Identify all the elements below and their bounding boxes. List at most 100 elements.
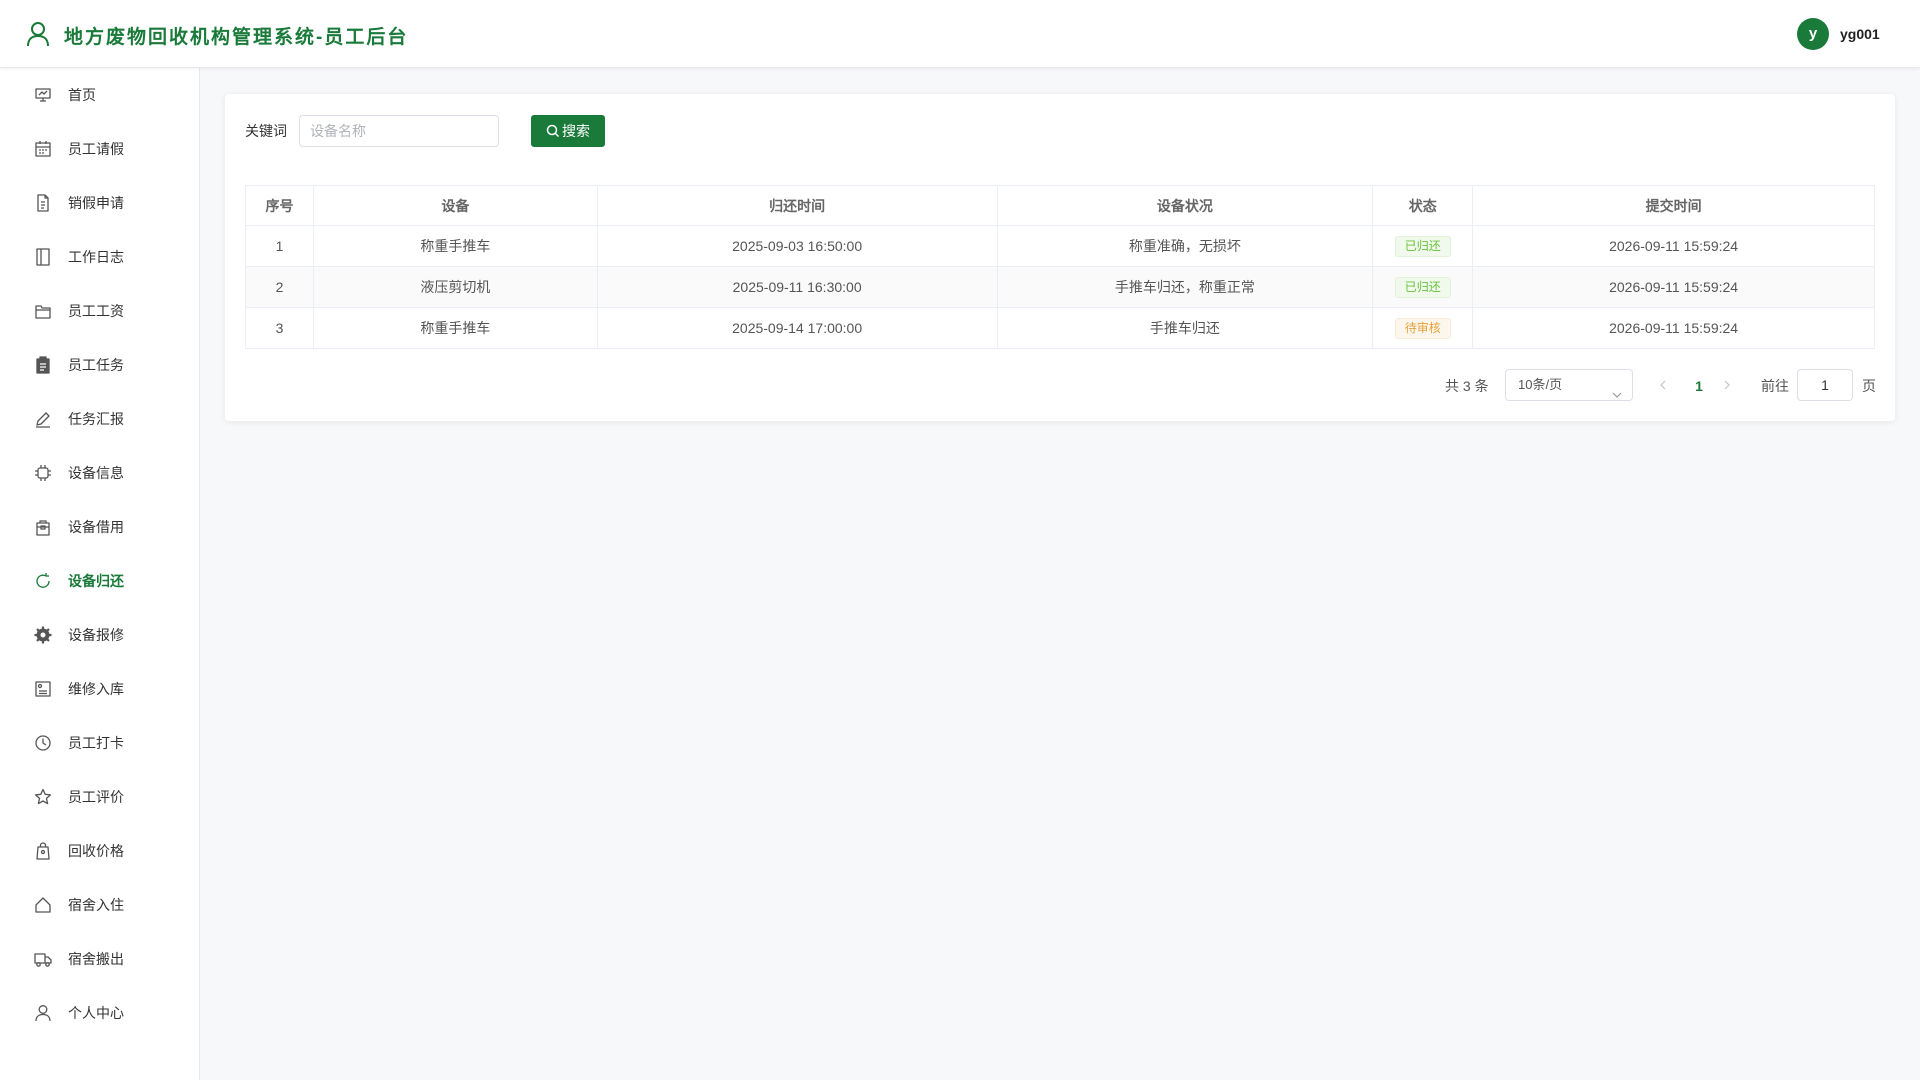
sidebar-item-label: 个人中心 — [68, 1005, 124, 1021]
header-status: 状态 — [1372, 185, 1474, 226]
prev-page-icon[interactable] — [1657, 377, 1669, 393]
sidebar-item-truck[interactable]: 宿舍搬出 — [0, 932, 199, 986]
header-submit-time: 提交时间 — [1472, 185, 1875, 226]
sidebar-item-label: 员工评价 — [68, 789, 124, 805]
clipboard-icon — [34, 356, 52, 374]
header-device: 设备 — [312, 185, 598, 226]
sidebar-item-edit-pen[interactable]: 任务汇报 — [0, 392, 199, 446]
sidebar-item-label: 工作日志 — [68, 249, 124, 265]
cell-return-time: 2025-09-03 16:50:00 — [596, 225, 998, 267]
search-icon — [546, 124, 560, 138]
sidebar-item-label: 回收价格 — [68, 843, 124, 859]
cell-device: 称重手推车 — [312, 307, 598, 349]
return-records-table: 序号 设备 归还时间 设备状况 状态 提交时间 1 称重手推车 2025-09-03… — [245, 185, 1875, 349]
edit-pen-icon — [34, 410, 52, 428]
sidebar-item-presentation[interactable]: 首页 — [0, 68, 199, 122]
header-index: 序号 — [245, 185, 314, 226]
sidebar-item-refresh[interactable]: 设备归还 — [0, 554, 199, 608]
cell-submit-time: 2026-09-11 15:59:24 — [1472, 225, 1875, 267]
cell-index: 1 — [245, 225, 314, 267]
house-icon — [34, 896, 52, 914]
calendar-icon — [34, 140, 52, 158]
table-row: 1 称重手推车 2025-09-03 16:50:00 称重准确，无损坏 已归还 2026… — [245, 225, 1875, 267]
avatar[interactable]: y — [1797, 18, 1829, 50]
sidebar-item-label: 员工工资 — [68, 303, 124, 319]
status-badge: 已归还 — [1394, 276, 1451, 298]
cell-submit-time: 2026-09-11 15:59:24 — [1472, 307, 1875, 349]
sidebar-item-notebook[interactable]: 工作日志 — [0, 230, 199, 284]
cell-device: 称重手推车 — [312, 225, 598, 267]
sidebar-item-label: 设备归还 — [68, 573, 124, 589]
sidebar-item-label: 员工任务 — [68, 357, 124, 373]
sidebar-item-document[interactable]: 销假申请 — [0, 176, 199, 230]
table-header-row: 序号 设备 归还时间 设备状况 状态 提交时间 — [245, 185, 1875, 226]
clock-icon — [34, 734, 52, 752]
cell-device: 液压剪切机 — [312, 266, 598, 308]
sidebar-item-label: 宿舍入住 — [68, 897, 124, 913]
sidebar-item-gear[interactable]: 设备报修 — [0, 608, 199, 662]
cell-status: 待审核 — [1372, 307, 1474, 349]
sidebar-item-label: 首页 — [68, 87, 96, 103]
sidebar-item-user[interactable]: 个人中心 — [0, 986, 199, 1040]
status-badge: 已归还 — [1394, 235, 1451, 257]
next-page-icon[interactable] — [1721, 377, 1733, 393]
cell-index: 3 — [245, 307, 314, 349]
sidebar-item-label: 设备报修 — [68, 627, 124, 643]
chevron-down-icon — [1612, 381, 1622, 398]
sidebar-item-label: 员工打卡 — [68, 735, 124, 751]
sidebar-item-chip[interactable]: 设备信息 — [0, 446, 199, 500]
sidebar-item-label: 设备信息 — [68, 465, 124, 481]
table-row: 2 液压剪切机 2025-09-11 16:30:00 手推车归还，称重正常 已归还 20… — [245, 266, 1875, 308]
document-icon — [34, 194, 52, 212]
sidebar-item-star[interactable]: 员工评价 — [0, 770, 199, 824]
gear-icon — [34, 626, 52, 644]
cell-submit-time: 2026-09-11 15:59:24 — [1472, 266, 1875, 308]
status-badge: 待审核 — [1394, 317, 1451, 339]
notebook-icon — [34, 248, 52, 266]
sidebar-item-picture[interactable]: 维修入库 — [0, 662, 199, 716]
sidebar-item-clock[interactable]: 员工打卡 — [0, 716, 199, 770]
sidebar-item-clipboard[interactable]: 员工任务 — [0, 338, 199, 392]
sidebar: 首页员工请假销假申请工作日志员工工资员工任务任务汇报设备信息设备借用设备归还设备… — [0, 68, 200, 1080]
star-icon — [34, 788, 52, 806]
sidebar-item-bag[interactable]: 设备借用 — [0, 500, 199, 554]
sidebar-item-house[interactable]: 宿舍入住 — [0, 878, 199, 932]
cell-index: 2 — [245, 266, 314, 308]
page-number-current[interactable]: 1 — [1689, 377, 1709, 395]
refresh-icon — [34, 572, 52, 590]
sidebar-item-price-bag[interactable]: 回收价格 — [0, 824, 199, 878]
username[interactable]: yg001 — [1840, 26, 1880, 42]
keyword-search-input[interactable] — [299, 115, 499, 147]
search-button-label: 搜索 — [562, 123, 590, 139]
content-card: 关键词 搜索 序号 设备 归还时间 设备状况 状态 提交时间 1称重手推车202… — [225, 94, 1895, 421]
cell-status: 已归还 — [1372, 225, 1474, 267]
picture-icon — [34, 680, 52, 698]
page-suffix: 页 — [1862, 378, 1876, 394]
goto-label: 前往 — [1761, 378, 1789, 394]
app-title: 地方废物回收机构管理系统-员工后台 — [64, 27, 409, 48]
sidebar-item-label: 任务汇报 — [68, 411, 124, 427]
search-button[interactable]: 搜索 — [531, 115, 605, 147]
keyword-label: 关键词 — [245, 123, 287, 139]
sidebar-item-label: 设备借用 — [68, 519, 124, 535]
cell-condition: 手推车归还 — [996, 307, 1374, 349]
sidebar-item-label: 宿舍搬出 — [68, 951, 124, 967]
goto-page-input[interactable] — [1797, 369, 1853, 401]
sidebar-item-label: 维修入库 — [68, 681, 124, 697]
pagination-total: 共 3 条 — [1445, 378, 1489, 394]
sidebar-item-calendar[interactable]: 员工请假 — [0, 122, 199, 176]
cell-return-time: 2025-09-11 16:30:00 — [596, 266, 998, 308]
table-row: 3 称重手推车 2025-09-14 17:00:00 手推车归还 待审核 2026-09… — [245, 307, 1875, 349]
sidebar-item-label: 员工请假 — [68, 141, 124, 157]
sidebar-item-label: 销假申请 — [68, 195, 124, 211]
page-size-select[interactable]: 10条/页 — [1505, 369, 1633, 401]
sidebar-item-wallet[interactable]: 员工工资 — [0, 284, 199, 338]
page-size-value: 10条/页 — [1518, 377, 1563, 392]
price-bag-icon — [34, 842, 52, 860]
cell-condition: 称重准确，无损坏 — [996, 225, 1374, 267]
top-header: 地方废物回收机构管理系统-员工后台 y yg001 — [0, 0, 1920, 68]
presentation-icon — [34, 86, 52, 104]
cell-status: 已归还 — [1372, 266, 1474, 308]
user-icon — [34, 1004, 52, 1022]
header-return-time: 归还时间 — [596, 185, 998, 226]
